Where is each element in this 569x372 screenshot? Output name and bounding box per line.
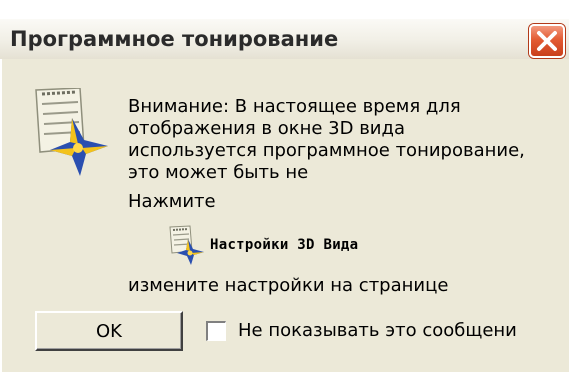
settings-3d-label: Настройки 3D Вида [210, 237, 359, 253]
3d-settings-icon [169, 225, 204, 265]
dialog-window: Программное тонирование Внимание: В наст… [0, 0, 569, 372]
window-edge [564, 59, 569, 372]
message-text: Внимание: В настоящее время для отображе… [128, 96, 525, 183]
dialog-title: Программное тонирование [10, 27, 339, 51]
ok-button[interactable]: OK [35, 311, 183, 351]
close-button[interactable] [529, 24, 565, 58]
dont-show-label[interactable]: Не показывать это сообщени [238, 320, 563, 341]
title-bar[interactable]: Программное тонирование [0, 18, 569, 60]
3d-settings-icon [35, 88, 108, 176]
close-icon [537, 31, 557, 51]
change-settings-text: измените настройки на странице [128, 275, 449, 296]
dont-show-checkbox[interactable] [206, 321, 226, 341]
press-text: Нажмите [128, 191, 216, 212]
settings-3d-link[interactable]: Настройки 3D Вида [166, 225, 358, 265]
